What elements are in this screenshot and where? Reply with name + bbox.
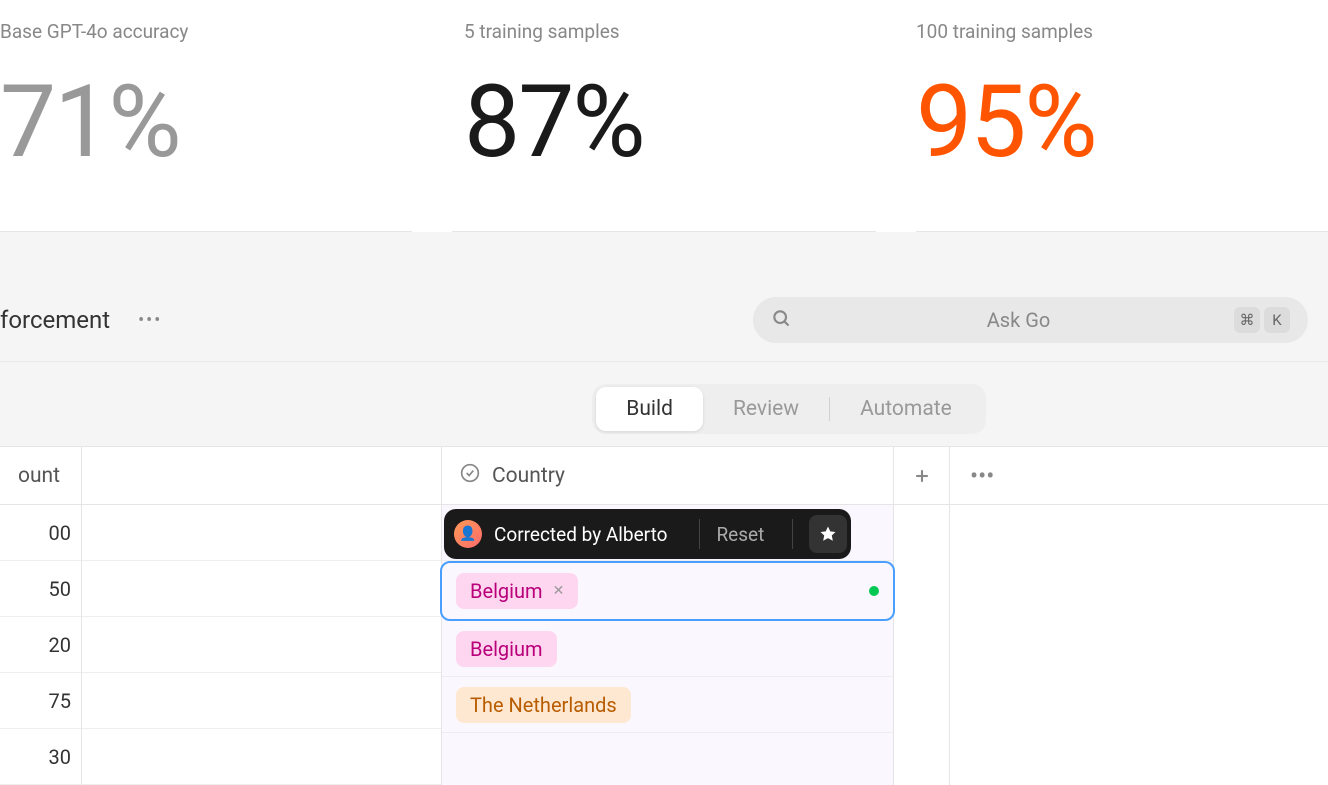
tab-build[interactable]: Build	[596, 387, 703, 431]
stat-value: 95%	[916, 73, 1328, 173]
tabs: Build Review Automate	[592, 384, 986, 434]
more-menu-icon[interactable]: •••	[138, 310, 162, 331]
stat-card-100samples: 100 training samples 95%	[916, 0, 1328, 232]
column-header-country[interactable]: Country	[442, 447, 893, 505]
spacer-cell[interactable]	[82, 673, 441, 729]
stat-label: 5 training samples	[464, 20, 876, 43]
tag-label: Belgium	[470, 579, 543, 603]
column-spacer	[82, 447, 442, 785]
avatar: 👤	[454, 520, 482, 548]
column-header-label: Country	[492, 464, 565, 488]
app-section: forcement ••• Ask Go ⌘ K Build Review Au…	[0, 232, 1328, 778]
tooltip-divider	[792, 519, 793, 549]
correction-tooltip: 👤 Corrected by Alberto Reset	[444, 509, 851, 559]
spacer-cell[interactable]	[82, 729, 441, 785]
amount-cell[interactable]: 75	[0, 673, 81, 729]
stat-value: 71%	[0, 73, 412, 173]
app-header: forcement ••• Ask Go ⌘ K	[0, 297, 1328, 362]
more-columns-button[interactable]: •••	[950, 447, 1328, 505]
reset-button[interactable]: Reset	[716, 523, 764, 546]
tag-remove-icon[interactable]: ✕	[553, 583, 565, 599]
page-title: forcement	[0, 306, 110, 334]
column-header-spacer[interactable]	[82, 447, 441, 505]
spacer-cell[interactable]	[82, 505, 441, 561]
search-icon	[771, 308, 791, 332]
country-tag: Belgium ✕	[456, 573, 578, 609]
stat-value: 87%	[464, 73, 876, 173]
tab-review[interactable]: Review	[703, 387, 829, 431]
country-cell[interactable]: The Netherlands	[442, 677, 893, 733]
stat-card-5samples: 5 training samples 87%	[452, 0, 876, 232]
shortcut-letter: K	[1264, 307, 1290, 333]
column-amount: ount 00 50 20 75 30	[0, 447, 82, 785]
check-circle-icon	[460, 463, 480, 489]
country-tag: The Netherlands	[456, 687, 631, 723]
column-more: •••	[950, 447, 1328, 785]
tooltip-divider	[699, 519, 700, 549]
stat-label: Base GPT-4o accuracy	[0, 20, 412, 43]
stats-row: Base GPT-4o accuracy 71% 5 training samp…	[0, 0, 1328, 232]
column-add	[894, 447, 950, 785]
amount-cell[interactable]: 50	[0, 561, 81, 617]
country-cell-editing[interactable]: Belgium ✕	[440, 561, 895, 621]
country-tag: Belgium	[456, 631, 557, 667]
column-header-amount[interactable]: ount	[0, 447, 81, 505]
tabs-container: Build Review Automate	[250, 362, 1328, 446]
tooltip-text: Corrected by Alberto	[494, 523, 667, 546]
status-dot	[869, 586, 879, 596]
column-country: Country The Netherlands 👤 Corrected by A…	[442, 447, 894, 785]
table: ount 00 50 20 75 30	[0, 446, 1328, 785]
stat-label: 100 training samples	[916, 20, 1328, 43]
shortcut-modifier: ⌘	[1234, 307, 1260, 333]
add-column-button[interactable]	[894, 447, 949, 505]
amount-cell[interactable]: 00	[0, 505, 81, 561]
amount-cell[interactable]: 20	[0, 617, 81, 673]
tab-automate[interactable]: Automate	[830, 387, 982, 431]
star-button[interactable]	[809, 515, 847, 553]
stat-card-base: Base GPT-4o accuracy 71%	[0, 0, 412, 232]
amount-cell[interactable]: 30	[0, 729, 81, 785]
spacer-cell[interactable]	[82, 561, 441, 617]
search-placeholder: Ask Go	[803, 308, 1234, 332]
spacer-cell[interactable]	[82, 617, 441, 673]
search-input[interactable]: Ask Go ⌘ K	[753, 297, 1308, 343]
search-shortcut: ⌘ K	[1234, 307, 1290, 333]
country-cell-editing-wrapper: 👤 Corrected by Alberto Reset Belgium ✕	[442, 561, 893, 621]
country-cell[interactable]: Belgium	[442, 621, 893, 677]
